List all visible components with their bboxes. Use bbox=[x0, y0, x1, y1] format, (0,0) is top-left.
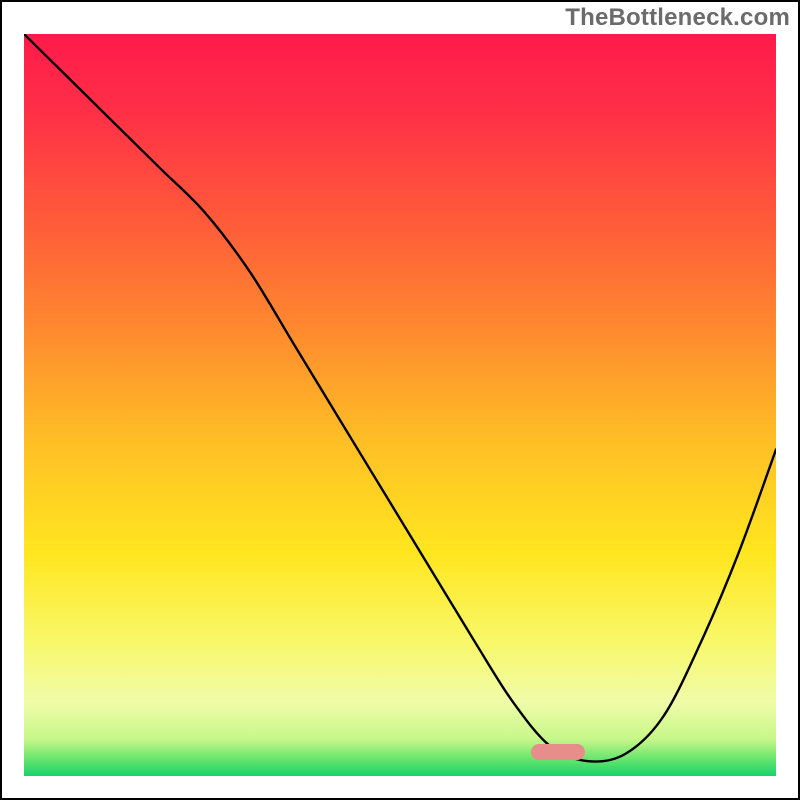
watermark-text: TheBottleneck.com bbox=[565, 4, 790, 32]
chart-svg bbox=[24, 34, 776, 776]
chart-frame: TheBottleneck.com bbox=[0, 0, 800, 800]
optimal-marker bbox=[531, 744, 585, 760]
plot-area bbox=[24, 34, 776, 776]
